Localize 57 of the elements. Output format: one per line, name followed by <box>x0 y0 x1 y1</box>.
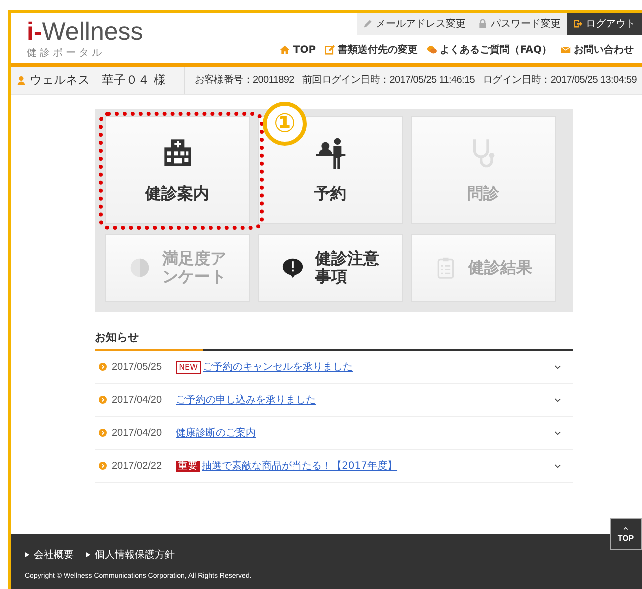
pencil-icon <box>363 19 373 29</box>
bullet-icon <box>99 396 107 404</box>
person-icon <box>17 74 26 86</box>
news-date: 2017/04/20 <box>112 428 162 438</box>
chevron-down-icon <box>553 396 563 404</box>
news-row[interactable]: 2017/04/20 ご予約の申し込みを承りました <box>95 384 573 417</box>
important-badge: 重要 <box>176 460 200 472</box>
nav-link[interactable]: TOP <box>280 43 316 57</box>
footer-link[interactable]: 個人情報保護方針 <box>95 548 175 562</box>
speech-bubbles-icon <box>427 45 438 55</box>
news-row[interactable]: 2017/02/22 重要 抽選で素敵な商品が当たる！【2017年度】 <box>95 450 573 483</box>
new-badge: NEW <box>176 360 202 374</box>
login-info: 前回ログイン日時：2017/05/25 11:46:15 <box>302 75 476 86</box>
bullet-icon <box>99 429 107 437</box>
bullet-icon <box>99 462 107 470</box>
menu-tile[interactable]: 健診案内 <box>105 116 250 224</box>
envelope-icon <box>561 45 571 55</box>
home-icon <box>280 45 290 55</box>
bullet-icon <box>99 363 107 371</box>
login-info: ログイン日時：2017/05/25 13:04:59 <box>483 75 637 86</box>
logo-subtitle: 健診ポータル <box>27 46 106 60</box>
news-link[interactable]: ご予約のキャンセルを承りました <box>203 360 553 374</box>
account-link[interactable]: パスワード変更 <box>472 13 567 35</box>
pie-chart-icon <box>128 257 150 279</box>
news-row[interactable]: 2017/04/20 健康診断のご案内 <box>95 417 573 450</box>
edit-icon <box>325 45 336 55</box>
news-link[interactable]: 健康診断のご案内 <box>176 426 553 440</box>
logout-icon <box>573 19 583 29</box>
menu-tile[interactable]: 健診注意事項 <box>258 234 403 302</box>
news-link[interactable]: 抽選で素敵な商品が当たる！【2017年度】 <box>202 459 553 473</box>
chevron-down-icon <box>553 462 563 470</box>
logout-button[interactable]: ログアウト <box>567 13 642 35</box>
nav-link[interactable]: 書類送付先の変更 <box>325 43 418 57</box>
hospital-icon <box>162 137 194 169</box>
news-link[interactable]: ご予約の申し込みを承りました <box>176 393 553 407</box>
login-info: お客様番号：20011892 <box>194 75 294 86</box>
account-link[interactable]: メールアドレス変更 <box>357 13 472 35</box>
reception-desk-icon <box>314 137 346 169</box>
callout-number: ① <box>263 102 307 146</box>
footer-link[interactable]: 会社概要 <box>34 548 74 562</box>
nav-link[interactable]: よくあるご質問（FAQ） <box>427 43 552 57</box>
logo: i-Wellness <box>27 19 144 45</box>
section-heading: お知らせ <box>95 330 140 346</box>
nav-link[interactable]: お問い合わせ <box>561 43 634 57</box>
news-date: 2017/04/20 <box>112 394 162 406</box>
triangle-right-icon <box>25 552 30 558</box>
alert-bubble-icon <box>282 257 304 279</box>
news-date: 2017/02/22 <box>112 460 162 472</box>
news-row[interactable]: 2017/05/25 NEW ご予約のキャンセルを承りました <box>95 351 573 384</box>
user-name: ウェルネス 華子０４ 様 <box>30 72 166 89</box>
page-top-button[interactable]: TOP <box>610 518 642 550</box>
news-date: 2017/05/25 <box>112 362 162 372</box>
chevron-down-icon <box>553 430 563 436</box>
triangle-right-icon <box>86 552 91 558</box>
lock-icon <box>478 19 488 29</box>
caret-up-icon <box>622 526 630 530</box>
chevron-down-icon <box>553 364 563 370</box>
